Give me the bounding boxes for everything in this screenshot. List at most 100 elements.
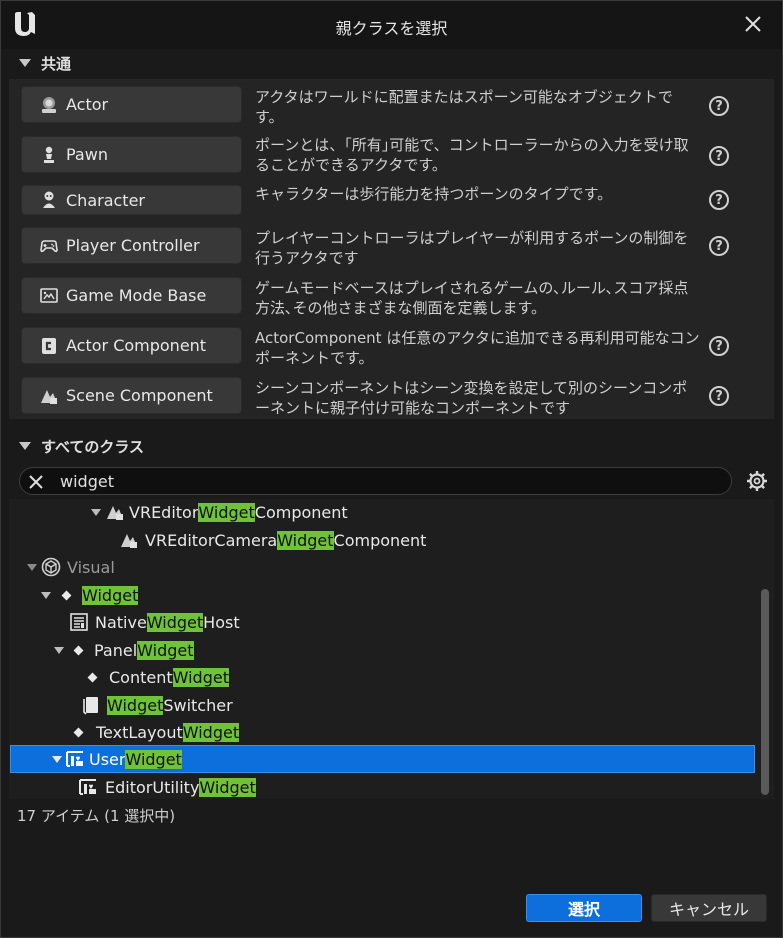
character-icon (38, 189, 60, 211)
game-mode-icon (38, 285, 60, 307)
player-controller-button[interactable]: Player Controller (21, 227, 242, 264)
common-class-row: Actor Component ActorComponent は任意のアクタに追… (9, 325, 774, 375)
help-icon[interactable]: ? (709, 336, 729, 356)
expand-arrow-icon[interactable] (91, 508, 101, 516)
game-mode-base-button[interactable]: Game Mode Base (21, 277, 242, 314)
character-label: Character (66, 190, 145, 210)
expand-arrow-icon[interactable] (27, 563, 37, 571)
player-controller-label: Player Controller (66, 236, 200, 255)
tree-item-label: PanelWidget (94, 640, 194, 660)
pawn-label: Pawn (66, 145, 108, 164)
class-search-box (19, 467, 732, 495)
common-class-row: Player Controller プレイヤーコントローラはプレイヤーが利用する… (9, 225, 774, 275)
actor-component-label: Actor Component (66, 336, 207, 355)
help-icon[interactable]: ? (709, 386, 729, 406)
game-mode-base-label: Game Mode Base (66, 286, 207, 305)
expand-arrow-icon[interactable] (52, 755, 62, 763)
common-class-row: Scene Component シーンコンポーネントはシーン変換を設定して別のシ… (9, 375, 774, 425)
actor-component-icon (38, 335, 60, 357)
tree-item-label: Widget (82, 585, 139, 605)
native-widget-host-icon (69, 612, 89, 632)
tree-row-text-layout-widget[interactable]: TextLayoutWidget (11, 719, 754, 745)
scene-component-label: Scene Component (66, 386, 213, 405)
pawn-button[interactable]: Pawn (21, 136, 242, 173)
tree-row-user-widget[interactable]: UserWidget (10, 745, 755, 773)
pawn-icon (38, 144, 60, 166)
common-class-row: Actor アクタはワールドに配置またはスポーン可能なオブジェクトです。 ? (9, 79, 774, 129)
game-mode-base-description: ゲームモードベースはプレイされるゲームの､ルール､スコア採点方法､その他さまざま… (255, 279, 689, 317)
collapse-arrow-icon (19, 59, 31, 67)
user-widget-icon (78, 777, 98, 797)
tree-item-label: Visual (67, 557, 115, 577)
actor-component-button[interactable]: Actor Component (21, 327, 242, 364)
gamepad-icon (38, 235, 60, 257)
pawn-description: ポーンとは、｢所有｣可能で、コントローラーからの入力を受け取ることができるアクタ… (255, 136, 689, 174)
help-icon[interactable]: ? (709, 190, 729, 210)
item-count-status: 17 アイテム (1 選択中) (17, 807, 176, 825)
help-icon[interactable]: ? (709, 96, 729, 116)
tree-row-vreditor-widget-component[interactable]: VREditorWidgetComponent (11, 499, 754, 525)
tree-item-label: VREditorWidgetComponent (129, 502, 348, 522)
common-section-header[interactable]: 共通 (7, 50, 71, 76)
select-button[interactable]: 選択 (526, 894, 642, 922)
footer-spacer (9, 829, 774, 869)
widget-switcher-icon (81, 695, 101, 715)
all-classes-section-header[interactable]: すべてのクラス (7, 433, 144, 459)
scene-component-button[interactable]: Scene Component (21, 377, 242, 414)
widget-diamond-icon (61, 590, 72, 600)
dialog-window: 親クラスを選択 共通 Actor アクタはワールドに配置またはスポーン可能なオブ… (0, 0, 783, 938)
common-class-row: Pawn ポーンとは、｢所有｣可能で、コントローラーからの入力を受け取ることがで… (9, 129, 774, 179)
actor-button[interactable]: Actor (21, 86, 242, 123)
common-classes-panel: Actor アクタはワールドに配置またはスポーン可能なオブジェクトです。 ? P… (9, 79, 774, 419)
common-header-label: 共通 (41, 54, 72, 73)
title-bar: 親クラスを選択 (1, 1, 782, 49)
tree-item-label: TextLayoutWidget (96, 722, 240, 742)
tree-scrollbar[interactable] (761, 589, 769, 795)
tree-row-widget[interactable]: Widget (11, 582, 754, 608)
character-button[interactable]: Character (21, 185, 242, 215)
tree-row-panel-widget[interactable]: PanelWidget (11, 637, 754, 663)
expand-arrow-icon[interactable] (41, 591, 51, 599)
actor-component-description: ActorComponent は任意のアクタに追加できる再利用可能なコンポーネン… (255, 329, 700, 367)
cancel-button[interactable]: キャンセル (651, 894, 767, 922)
scene-component-icon (38, 385, 60, 407)
tree-item-label: UserWidget (89, 749, 182, 769)
widget-diamond-icon (73, 645, 84, 655)
tree-item-label: EditorUtilityWidget (105, 777, 256, 797)
tree-row-native-widget-host[interactable]: NativeWidgetHost (11, 609, 754, 635)
common-class-row: Character キャラクターは歩行能力を持つポーンのタイプです。 ? (9, 179, 774, 229)
actor-icon (38, 94, 60, 116)
all-classes-header-label: すべてのクラス (41, 437, 145, 456)
widget-diamond-icon (73, 727, 84, 737)
help-icon[interactable]: ? (709, 236, 729, 256)
search-input[interactable] (60, 471, 720, 491)
tree-item-label: WidgetSwitcher (107, 695, 233, 715)
scene-component-description: シーンコンポーネントはシーン変換を設定して別のシーンコンポーネントに親子付け可能… (255, 379, 688, 417)
gear-icon[interactable] (745, 469, 769, 493)
widget-diamond-icon (87, 672, 98, 682)
tree-row-widget-switcher[interactable]: WidgetSwitcher (11, 692, 754, 718)
character-description: キャラクターは歩行能力を持つポーンのタイプです。 (255, 185, 613, 203)
actor-description: アクタはワールドに配置またはスポーン可能なオブジェクトです。 (255, 88, 673, 126)
tree-item-label: ContentWidget (109, 667, 229, 687)
expand-arrow-icon[interactable] (54, 646, 64, 654)
actor-label: Actor (66, 95, 109, 114)
tree-row-vreditor-camera-widget-component[interactable]: VREditorCameraWidgetComponent (11, 527, 754, 553)
scene-component-icon (105, 502, 125, 522)
scene-component-icon (119, 530, 139, 550)
class-tree: VREditorWidgetComponent VREditorCameraWi… (9, 499, 774, 799)
tree-row-editor-utility-widget[interactable]: EditorUtilityWidget (11, 774, 754, 799)
user-widget-icon (65, 749, 85, 769)
dialog-title: 親クラスを選択 (335, 19, 448, 38)
common-class-row: Game Mode Base ゲームモードベースはプレイされるゲームの､ルール､… (9, 275, 774, 325)
clear-search-icon[interactable] (26, 472, 46, 492)
player-controller-description: プレイヤーコントローラはプレイヤーが利用するポーンの制御を行うアクタです (255, 229, 689, 267)
cube-icon (41, 557, 61, 577)
tree-row-content-widget[interactable]: ContentWidget (11, 664, 754, 690)
close-icon[interactable] (742, 13, 764, 35)
help-icon[interactable]: ? (709, 146, 729, 166)
tree-row-visual[interactable]: Visual (11, 554, 754, 580)
tree-item-label: VREditorCameraWidgetComponent (145, 530, 427, 550)
tree-item-label: NativeWidgetHost (95, 612, 240, 632)
collapse-arrow-icon (19, 442, 31, 450)
